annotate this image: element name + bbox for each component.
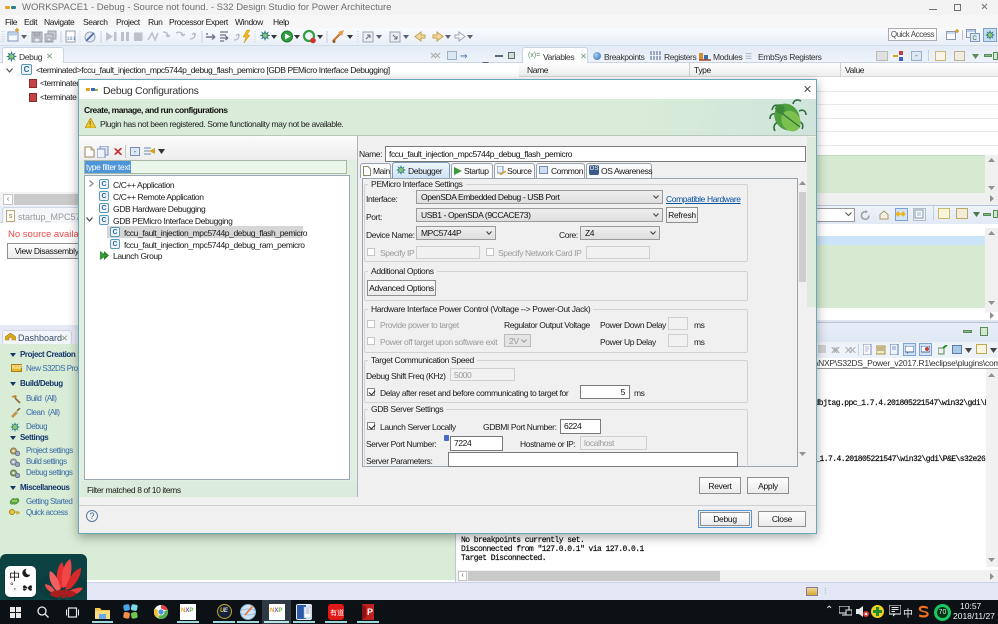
svg-text:P: P: [367, 607, 373, 617]
svg-text:C: C: [973, 36, 978, 42]
svg-text:!: !: [89, 120, 91, 128]
svg-text:101: 101: [67, 36, 76, 42]
